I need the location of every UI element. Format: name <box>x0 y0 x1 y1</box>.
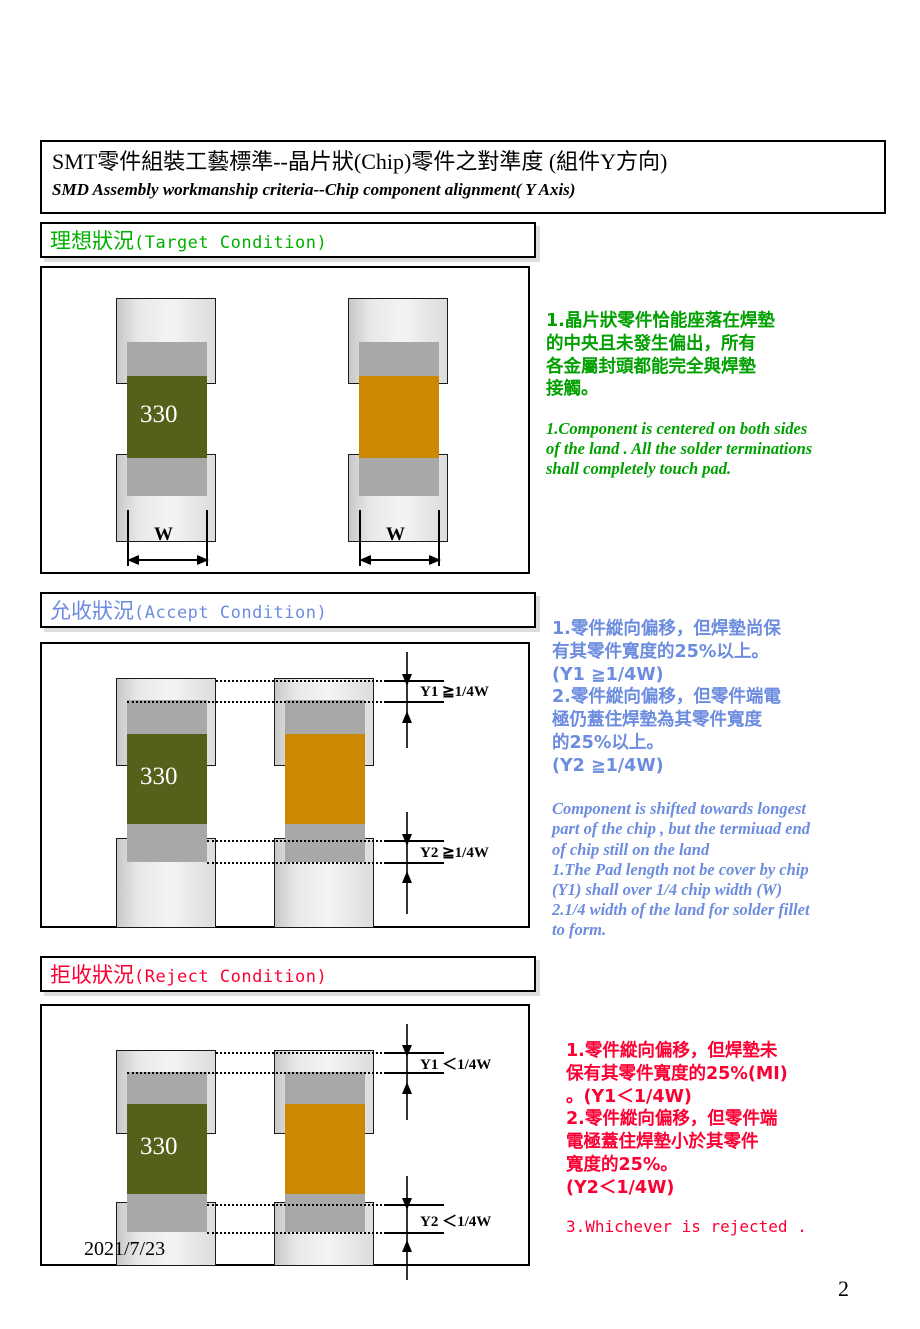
leader-line-y1-bottom <box>127 1072 382 1074</box>
y2-dimension-label: Y2 ≧1/4W <box>420 845 489 861</box>
target-condition-text: 1.晶片狀零件恰能座落在焊墊 的中央且未發生偏出，所有 各金屬封頭都能完全與焊墊… <box>546 292 916 497</box>
accept-text-english: Component is shifted towards longest par… <box>552 799 811 939</box>
page-number: 2 <box>838 1276 849 1301</box>
title-english: SMD Assembly workmanship criteria--Chip … <box>52 180 576 199</box>
w-arrows-left <box>127 555 209 565</box>
termination-bottom-right <box>285 1188 365 1232</box>
section-header-reject-en: (Reject Condition) <box>134 967 328 987</box>
diagram-panel-target: 330 W W <box>40 266 530 574</box>
y1-dimension-label: Y1 ＜1/4W <box>420 1057 492 1073</box>
w-arrows-right <box>359 555 441 565</box>
reject-text-chinese: 1.零件縱向偏移，但焊墊未 保有其零件寬度的25%(MI) 。(Y1＜1/4W)… <box>566 1041 788 1198</box>
leader-line-y2-bottom <box>207 1232 382 1234</box>
target-text-chinese: 1.晶片狀零件恰能座落在焊墊 的中央且未發生偏出，所有 各金屬封頭都能完全與焊墊… <box>546 311 775 400</box>
termination-bottom-right <box>359 456 439 496</box>
y2-witness-line-bottom <box>384 862 444 864</box>
section-header-accept: 允收狀況(Accept Condition) <box>40 592 536 628</box>
termination-bottom-left <box>127 818 207 862</box>
section-header-accept-en: (Accept Condition) <box>134 603 328 623</box>
component-body-label: 330 <box>140 763 178 790</box>
component-body-resistor: 330 <box>127 376 207 458</box>
y2-arrows <box>402 1176 412 1280</box>
y1-arrows <box>402 652 412 748</box>
section-header-target-cn: 理想狀況 <box>50 229 134 253</box>
y2-arrows <box>402 812 412 914</box>
leader-line-y2-top <box>207 840 382 842</box>
y2-dimension-label: Y2 ＜1/4W <box>420 1214 492 1230</box>
component-body-capacitor <box>285 734 365 824</box>
y1-witness-line-bottom <box>384 701 444 703</box>
section-header-reject: 拒收狀況(Reject Condition) <box>40 956 536 992</box>
component-body-resistor: 330 <box>127 1104 207 1194</box>
component-body-label: 330 <box>140 1133 178 1160</box>
section-header-target-en: (Target Condition) <box>134 233 328 253</box>
leader-line-y1-top <box>216 1052 382 1054</box>
component-body-capacitor <box>359 376 439 458</box>
y1-dimension-label: Y1 ≧1/4W <box>420 684 489 700</box>
accept-text-chinese: 1.零件縱向偏移，但焊墊尚保 有其零件寬度的25%以上。 (Y1 ≧1/4W) … <box>552 619 781 776</box>
leader-line-y1-top <box>216 680 382 682</box>
section-header-reject-text: 拒收狀況(Reject Condition) <box>50 959 327 989</box>
y2-witness-line-top <box>384 1204 444 1206</box>
diagram-panel-accept: 330 Y1 ≧1/4W Y2 ≧1/4W <box>40 642 530 928</box>
component-body-label: 330 <box>140 401 178 428</box>
document-date: 2021/7/23 <box>84 1238 166 1260</box>
w-label-left: W <box>154 524 173 545</box>
y2-witness-line-bottom <box>384 1232 444 1234</box>
termination-bottom-left <box>127 1188 207 1232</box>
title-chinese: SMT零件組裝工藝標準--晶片狀(Chip)零件之對準度 (組件Y方向) <box>52 149 668 174</box>
accept-condition-text: 1.零件縱向偏移，但焊墊尚保 有其零件寬度的25%以上。 (Y1 ≧1/4W) … <box>552 600 920 958</box>
reject-text-english: 3.Whichever is rejected . <box>566 1217 807 1237</box>
component-body-resistor: 330 <box>127 734 207 824</box>
section-header-target: 理想狀況(Target Condition) <box>40 222 536 258</box>
target-text-english: 1.Component is centered on both sides of… <box>546 419 813 479</box>
y2-witness-line-top <box>384 840 444 842</box>
w-label-right: W <box>386 524 405 545</box>
section-header-target-text: 理想狀況(Target Condition) <box>50 225 327 255</box>
leader-line-y1-bottom <box>127 701 382 703</box>
section-header-accept-cn: 允收狀況 <box>50 599 134 623</box>
document-title-box: SMT零件組裝工藝標準--晶片狀(Chip)零件之對準度 (組件Y方向) SMD… <box>40 140 886 214</box>
termination-bottom-left <box>127 456 207 496</box>
diagram-panel-reject: 330 Y1 ＜1/4W Y2 ＜1/4W <box>40 1004 530 1280</box>
section-header-accept-text: 允收狀況(Accept Condition) <box>50 595 327 625</box>
leader-line-y2-top <box>207 1204 382 1206</box>
section-header-reject-cn: 拒收狀況 <box>50 963 134 987</box>
y1-arrows <box>402 1024 412 1120</box>
reject-condition-text: 1.零件縱向偏移，但焊墊未 保有其零件寬度的25%(MI) 。(Y1＜1/4W)… <box>566 1022 920 1256</box>
component-body-capacitor <box>285 1104 365 1194</box>
leader-line-y2-bottom <box>207 862 382 864</box>
